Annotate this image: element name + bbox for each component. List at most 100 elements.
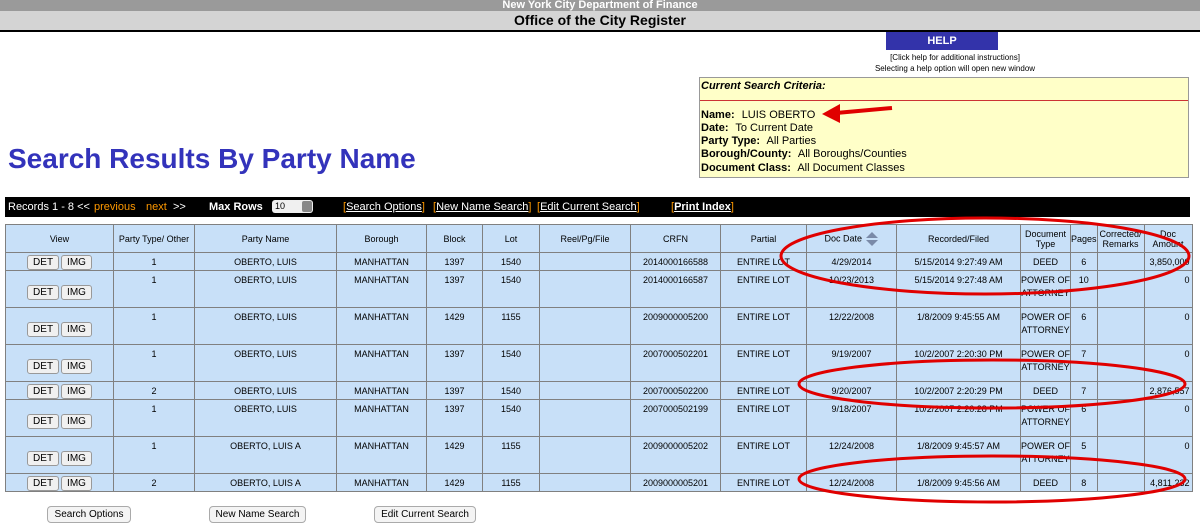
det-button[interactable]: DET (27, 285, 60, 300)
cell-text: 2009000005201 (642, 478, 709, 488)
img-button[interactable]: IMG (61, 414, 92, 429)
cell-amount: 3,850,000 (1143, 252, 1193, 271)
col-doc-type: Document Type (1020, 224, 1071, 253)
cell-text: MANHATTAN (354, 478, 409, 488)
cell-text (540, 400, 630, 403)
cell-block: 1429 (426, 473, 483, 492)
cell-partial: ENTIRE LOT (720, 436, 807, 474)
doc-date-label[interactable]: Doc Date (824, 233, 862, 243)
img-button[interactable]: IMG (61, 255, 92, 270)
cell-text: OBERTO, LUIS (234, 386, 297, 396)
cell-text: 10/23/2013 (828, 275, 875, 285)
det-button[interactable]: DET (27, 384, 60, 399)
new-name-search-link[interactable]: [New Name Search] (433, 201, 531, 213)
col-view: View (5, 224, 114, 253)
cell-block: 1429 (426, 436, 483, 474)
cell-text: OBERTO, LUIS (234, 275, 297, 285)
cell-pages: 7 (1070, 344, 1098, 382)
det-button[interactable]: DET (27, 451, 60, 466)
cell-borough: MANHATTAN (336, 270, 427, 308)
cell-text: ENTIRE LOT (736, 257, 790, 267)
cell-lot: 1540 (482, 381, 540, 400)
help-button[interactable]: HELP (886, 32, 998, 50)
cell-text: POWER OF ATTORNEY (1021, 441, 1070, 464)
cell-text: ENTIRE LOT (736, 478, 790, 488)
img-button[interactable]: IMG (61, 384, 92, 399)
cell-text: 1/8/2009 9:45:56 AM (916, 478, 1001, 488)
cell-text: 1/8/2009 9:45:57 AM (916, 441, 1001, 451)
cell-text: DEED (1032, 257, 1058, 267)
col-doc-date[interactable]: Doc Date (806, 224, 897, 253)
img-button[interactable]: IMG (61, 451, 92, 466)
search-options-link[interactable]: [Search Options] (343, 201, 425, 213)
cell-text: 10/2/2007 2:20:30 PM (914, 349, 1003, 359)
det-button[interactable]: DET (27, 255, 60, 270)
print-index-link-label[interactable]: Print Index (674, 201, 731, 213)
edit-current-search-button[interactable]: Edit Current Search (374, 506, 476, 523)
cell-lot: 1540 (482, 344, 540, 382)
cell-doc-date: 9/18/2007 (806, 399, 897, 437)
cell-text: ENTIRE LOT (736, 275, 790, 285)
img-button[interactable]: IMG (61, 322, 92, 337)
search-options-link-label[interactable]: Search Options (346, 201, 422, 213)
cell-text: 2,876,557 (1149, 386, 1190, 396)
cell-text: 6 (1081, 312, 1087, 322)
img-button[interactable]: IMG (61, 359, 92, 374)
table-row: DET IMG 1 OBERTO, LUIS MANHATTAN 1397 1540 2007… (5, 344, 1193, 382)
cell-pages: 6 (1070, 252, 1098, 271)
edit-current-search-link[interactable]: [Edit Current Search] (537, 201, 640, 213)
max-rows-select[interactable]: 10 (272, 200, 313, 213)
cell-text: 0 (1184, 404, 1190, 414)
cell-borough: MANHATTAN (336, 473, 427, 492)
det-button[interactable]: DET (27, 359, 60, 374)
cell-text (540, 271, 630, 274)
records-range: Records 1 - 8 << (8, 201, 90, 213)
table-row: DET IMG 1 OBERTO, LUIS MANHATTAN 1397 1540 2007… (5, 399, 1193, 437)
cell-pages: 8 (1070, 473, 1098, 492)
stepper-icon[interactable] (302, 201, 312, 212)
agency-banner: New York City Department of Finance (0, 0, 1200, 11)
previous-link[interactable]: previous (94, 201, 136, 213)
img-button[interactable]: IMG (61, 476, 92, 491)
edit-current-search-link-label[interactable]: Edit Current Search (540, 201, 637, 213)
cell-remarks (1096, 473, 1145, 492)
cell-text: 10/2/2007 2:20:28 PM (914, 404, 1003, 414)
cell-lot: 1155 (482, 473, 540, 492)
det-button[interactable]: DET (27, 414, 60, 429)
col-lot: Lot (482, 224, 540, 253)
print-index-link[interactable]: [Print Index] (671, 201, 734, 213)
det-button[interactable]: DET (27, 322, 60, 337)
search-options-button[interactable]: Search Options (47, 506, 131, 523)
cell-partial: ENTIRE LOT (720, 307, 807, 345)
cell-text: 1 (151, 275, 157, 285)
new-name-search-link-label[interactable]: New Name Search (436, 201, 528, 213)
cell-doc-type: POWER OF ATTORNEY (1020, 270, 1071, 308)
col-reel: Reel/Pg/File (539, 224, 631, 253)
cell-text: 2009000005202 (642, 441, 709, 451)
cell-text: 10 (1078, 275, 1089, 285)
sort-arrows-icon[interactable] (865, 231, 879, 247)
cell-text: ENTIRE LOT (736, 312, 790, 322)
cell-borough: MANHATTAN (336, 252, 427, 271)
cell-text: 1429 (444, 478, 465, 488)
cell-crfn: 2009000005202 (630, 436, 721, 474)
cell-text: 4,811,232 (1150, 478, 1190, 488)
cell-text (540, 253, 630, 256)
cell-text: POWER OF ATTORNEY (1021, 404, 1070, 427)
cell-text: 2009000005200 (642, 312, 709, 322)
cell-doc-type: POWER OF ATTORNEY (1020, 344, 1071, 382)
col-recorded: Recorded/Filed (896, 224, 1021, 253)
banner-divider (0, 30, 1200, 32)
next-link[interactable]: next (146, 201, 167, 213)
cell-text (540, 345, 630, 348)
cell-party-type: 1 (113, 307, 195, 345)
criteria-label: Date: (701, 122, 729, 134)
cell-text: MANHATTAN (354, 312, 409, 322)
img-button[interactable]: IMG (61, 285, 92, 300)
cell-borough: MANHATTAN (336, 307, 427, 345)
view-cell: DET IMG (5, 399, 114, 437)
cell-text: POWER OF ATTORNEY (1021, 349, 1070, 372)
new-name-search-button[interactable]: New Name Search (209, 506, 306, 523)
annotation-arrow-icon (822, 104, 893, 123)
det-button[interactable]: DET (27, 476, 60, 491)
